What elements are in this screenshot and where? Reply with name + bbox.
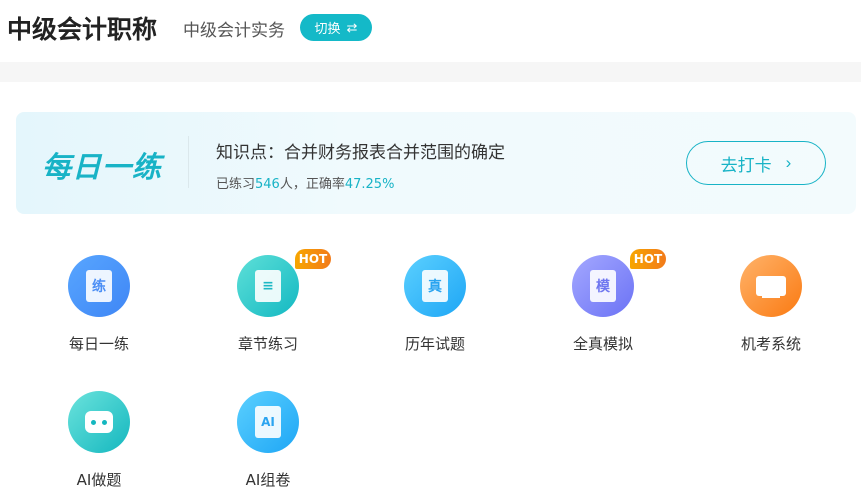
practice-stats: 已练习546人，正确率47.25% [216,173,394,192]
mock-scroll-icon: 模 [572,255,634,317]
menu-item-mock-exam[interactable]: 模 HOT 全真模拟 [538,249,668,355]
subject-name: 中级会计实务 [183,21,285,41]
header: 中级会计职称 中级会计实务 切换 ⇄ [0,0,861,62]
menu-item-past-exams[interactable]: 真 历年试题 [370,255,500,355]
check-in-label: 去打卡 [720,155,772,175]
divider [188,136,189,188]
switch-subject-button[interactable]: 切换 ⇄ [300,14,372,41]
monitor-icon [740,255,802,317]
swap-arrows-icon: ⇄ [346,19,358,35]
menu-item-chapter-practice[interactable]: ≡ HOT 章节练习 [203,249,333,355]
stats-mid: 人，正确率 [279,177,345,192]
menu-item-ai-paper[interactable]: AI AI组卷 [203,391,333,491]
menu-item-ai-practice[interactable]: AI做题 [34,391,164,491]
menu-label: AI做题 [76,471,122,489]
stats-prefix: 已练习 [216,177,256,192]
menu-label: 历年试题 [404,335,465,353]
practice-scroll-icon: 练 [68,255,130,317]
daily-practice-banner[interactable]: 每日一练 知识点：合并财务报表合并范围的确定 已练习546人，正确率47.25%… [16,112,856,214]
hot-badge: HOT [295,249,331,269]
daily-practice-heading: 每日一练 [42,150,163,184]
menu-label: 章节练习 [237,335,298,353]
accuracy-rate: 47.25% [344,177,395,192]
chevron-right-icon: › [785,153,792,172]
page-title: 中级会计职称 [7,15,158,44]
menu-label: 全真模拟 [572,335,633,353]
robot-icon [68,391,130,453]
knowledge-point: 知识点：合并财务报表合并范围的确定 [216,143,505,163]
hot-badge: HOT [630,249,666,269]
menu-label: 机考系统 [740,335,801,353]
ai-scroll-icon: AI [237,391,299,453]
exam-scroll-icon: 真 [404,255,466,317]
menu-label: 每日一练 [68,335,129,353]
menu-label: AI组卷 [245,471,291,489]
menu-item-computer-exam[interactable]: 机考系统 [706,255,836,355]
switch-label: 切换 [314,21,341,36]
document-icon: ≡ [237,255,299,317]
section-divider [0,62,861,82]
practiced-count: 546 [255,177,280,192]
menu-item-daily-practice[interactable]: 练 每日一练 [34,255,164,355]
check-in-button[interactable]: 去打卡 › [686,141,826,185]
